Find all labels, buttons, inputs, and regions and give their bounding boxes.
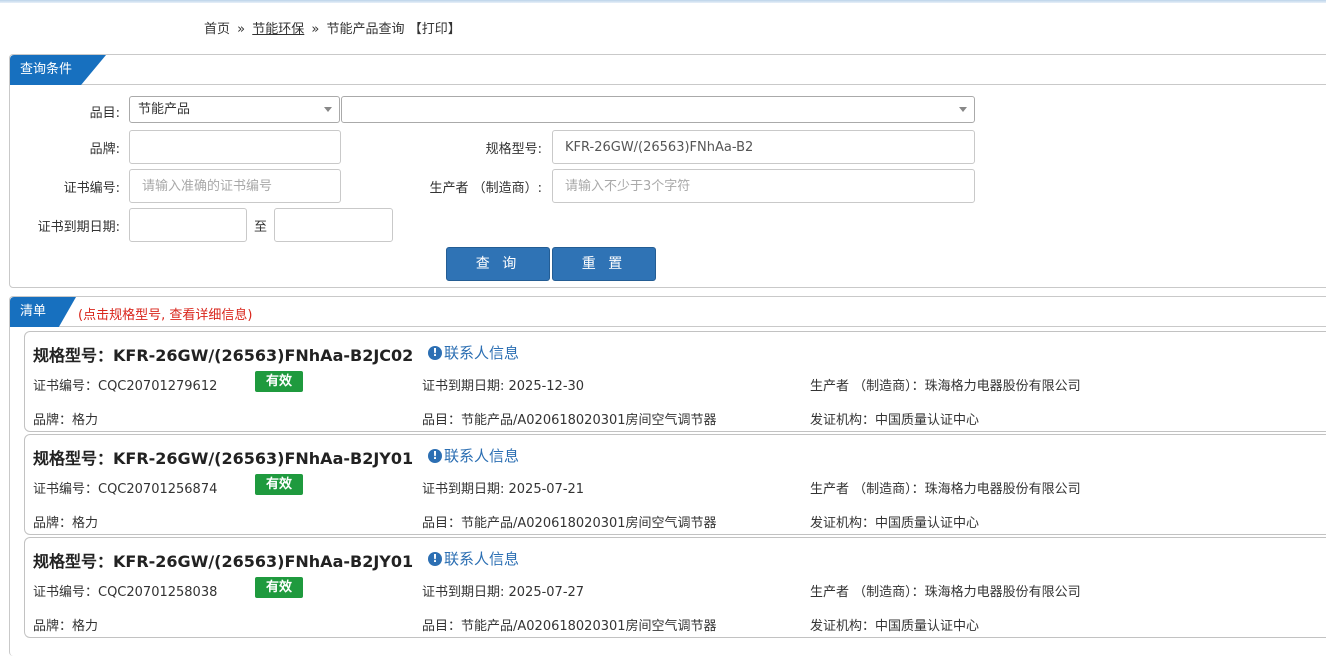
- info-icon: !: [428, 551, 442, 566]
- contact-info-link[interactable]: ! 联系人信息: [428, 342, 519, 363]
- contact-info-link[interactable]: ! 联系人信息: [428, 445, 519, 466]
- maker: 生产者 （制造商）：珠海格力电器股份有限公司: [810, 585, 1081, 600]
- brand-input[interactable]: [129, 130, 341, 164]
- issuer: 发证机构：中国质量认证中心: [810, 619, 980, 634]
- category: 品目：节能产品/A020618020301房间空气调节器: [422, 516, 717, 531]
- cert-number: 证书编号：CQC20701258038: [33, 585, 218, 600]
- expiry-date: 证书到期日期: 2025-07-21: [422, 482, 585, 497]
- to-label: 至: [254, 220, 268, 235]
- breadcrumb-home[interactable]: 首页: [204, 22, 230, 37]
- reset-button[interactable]: 重 置: [552, 247, 656, 281]
- result-model-link[interactable]: 规格型号：KFR-26GW/(26563)FNhAa-B2JY01: [33, 445, 413, 469]
- info-icon: !: [428, 345, 442, 360]
- contact-info-link[interactable]: ! 联系人信息: [428, 548, 519, 569]
- chevron-down-icon: [959, 107, 967, 112]
- expiry-label: 证书到期日期:: [37, 220, 120, 235]
- category: 品目：节能产品/A020618020301房间空气调节器: [422, 413, 717, 428]
- category-select-value: 节能产品: [138, 102, 191, 117]
- breadcrumb: 首页 » 节能环保 » 节能产品查询 【打印】: [204, 18, 461, 37]
- expiry-date: 证书到期日期: 2025-12-30: [422, 379, 585, 394]
- status-badge: 有效: [255, 371, 303, 392]
- brand: 品牌：格力: [33, 619, 99, 634]
- breadcrumb-separator: »: [311, 22, 320, 37]
- result-card: 规格型号：KFR-26GW/(26563)FNhAa-B2JC02 ! 联系人信…: [24, 331, 1326, 432]
- maker-label: 生产者 （制造商）:: [429, 181, 542, 196]
- query-panel: 查询条件 品目: 节能产品 品牌: 规格型号: 证书编号: 生产者 （制造商）:…: [9, 54, 1326, 288]
- list-hint: (点击规格型号, 查看详细信息): [78, 308, 253, 323]
- issuer: 发证机构：中国质量认证中心: [810, 413, 980, 428]
- status-badge: 有效: [255, 577, 303, 598]
- breadcrumb-section-link[interactable]: 节能环保: [252, 22, 304, 37]
- expiry-date: 证书到期日期: 2025-07-27: [422, 585, 585, 600]
- expiry-end-input[interactable]: [274, 208, 393, 242]
- query-panel-tab: 查询条件: [10, 55, 106, 85]
- contact-info-label: 联系人信息: [444, 447, 520, 465]
- model-input[interactable]: [552, 130, 975, 164]
- brand: 品牌：格力: [33, 413, 99, 428]
- search-button[interactable]: 查 询: [446, 247, 550, 281]
- contact-info-label: 联系人信息: [444, 344, 520, 362]
- info-icon: !: [428, 448, 442, 463]
- top-border: [0, 0, 1326, 3]
- category-label: 品目:: [89, 106, 120, 121]
- breadcrumb-current: 节能产品查询: [326, 22, 405, 37]
- status-badge: 有效: [255, 474, 303, 495]
- category-select[interactable]: 节能产品: [129, 96, 340, 123]
- model-label: 规格型号:: [485, 142, 542, 157]
- cert-input[interactable]: [129, 169, 341, 203]
- list-panel-header: 清单 (点击规格型号, 查看详细信息): [10, 297, 1326, 327]
- result-model-link[interactable]: 规格型号：KFR-26GW/(26563)FNhAa-B2JY01: [33, 548, 413, 572]
- print-link[interactable]: 【打印】: [409, 22, 461, 37]
- brand: 品牌：格力: [33, 516, 99, 531]
- chevron-down-icon: [324, 107, 332, 112]
- expiry-start-input[interactable]: [129, 208, 247, 242]
- issuer: 发证机构：中国质量认证中心: [810, 516, 980, 531]
- cert-number: 证书编号：CQC20701256874: [33, 482, 218, 497]
- list-panel: 清单 (点击规格型号, 查看详细信息) 规格型号：KFR-26GW/(26563…: [9, 296, 1326, 656]
- maker-input[interactable]: [552, 169, 975, 203]
- result-model-link[interactable]: 规格型号：KFR-26GW/(26563)FNhAa-B2JC02: [33, 342, 413, 366]
- maker: 生产者 （制造商）：珠海格力电器股份有限公司: [810, 379, 1081, 394]
- subcategory-select[interactable]: [341, 96, 975, 123]
- cert-number: 证书编号：CQC20701279612: [33, 379, 218, 394]
- query-panel-header: 查询条件: [10, 55, 1326, 85]
- brand-label: 品牌:: [89, 142, 120, 157]
- cert-label: 证书编号:: [63, 181, 120, 196]
- contact-info-label: 联系人信息: [444, 550, 520, 568]
- breadcrumb-separator: »: [237, 22, 246, 37]
- result-card: 规格型号：KFR-26GW/(26563)FNhAa-B2JY01 ! 联系人信…: [24, 434, 1326, 535]
- list-panel-tab: 清单: [10, 297, 76, 327]
- maker: 生产者 （制造商）：珠海格力电器股份有限公司: [810, 482, 1081, 497]
- category: 品目：节能产品/A020618020301房间空气调节器: [422, 619, 717, 634]
- result-card: 规格型号：KFR-26GW/(26563)FNhAa-B2JY01 ! 联系人信…: [24, 537, 1326, 638]
